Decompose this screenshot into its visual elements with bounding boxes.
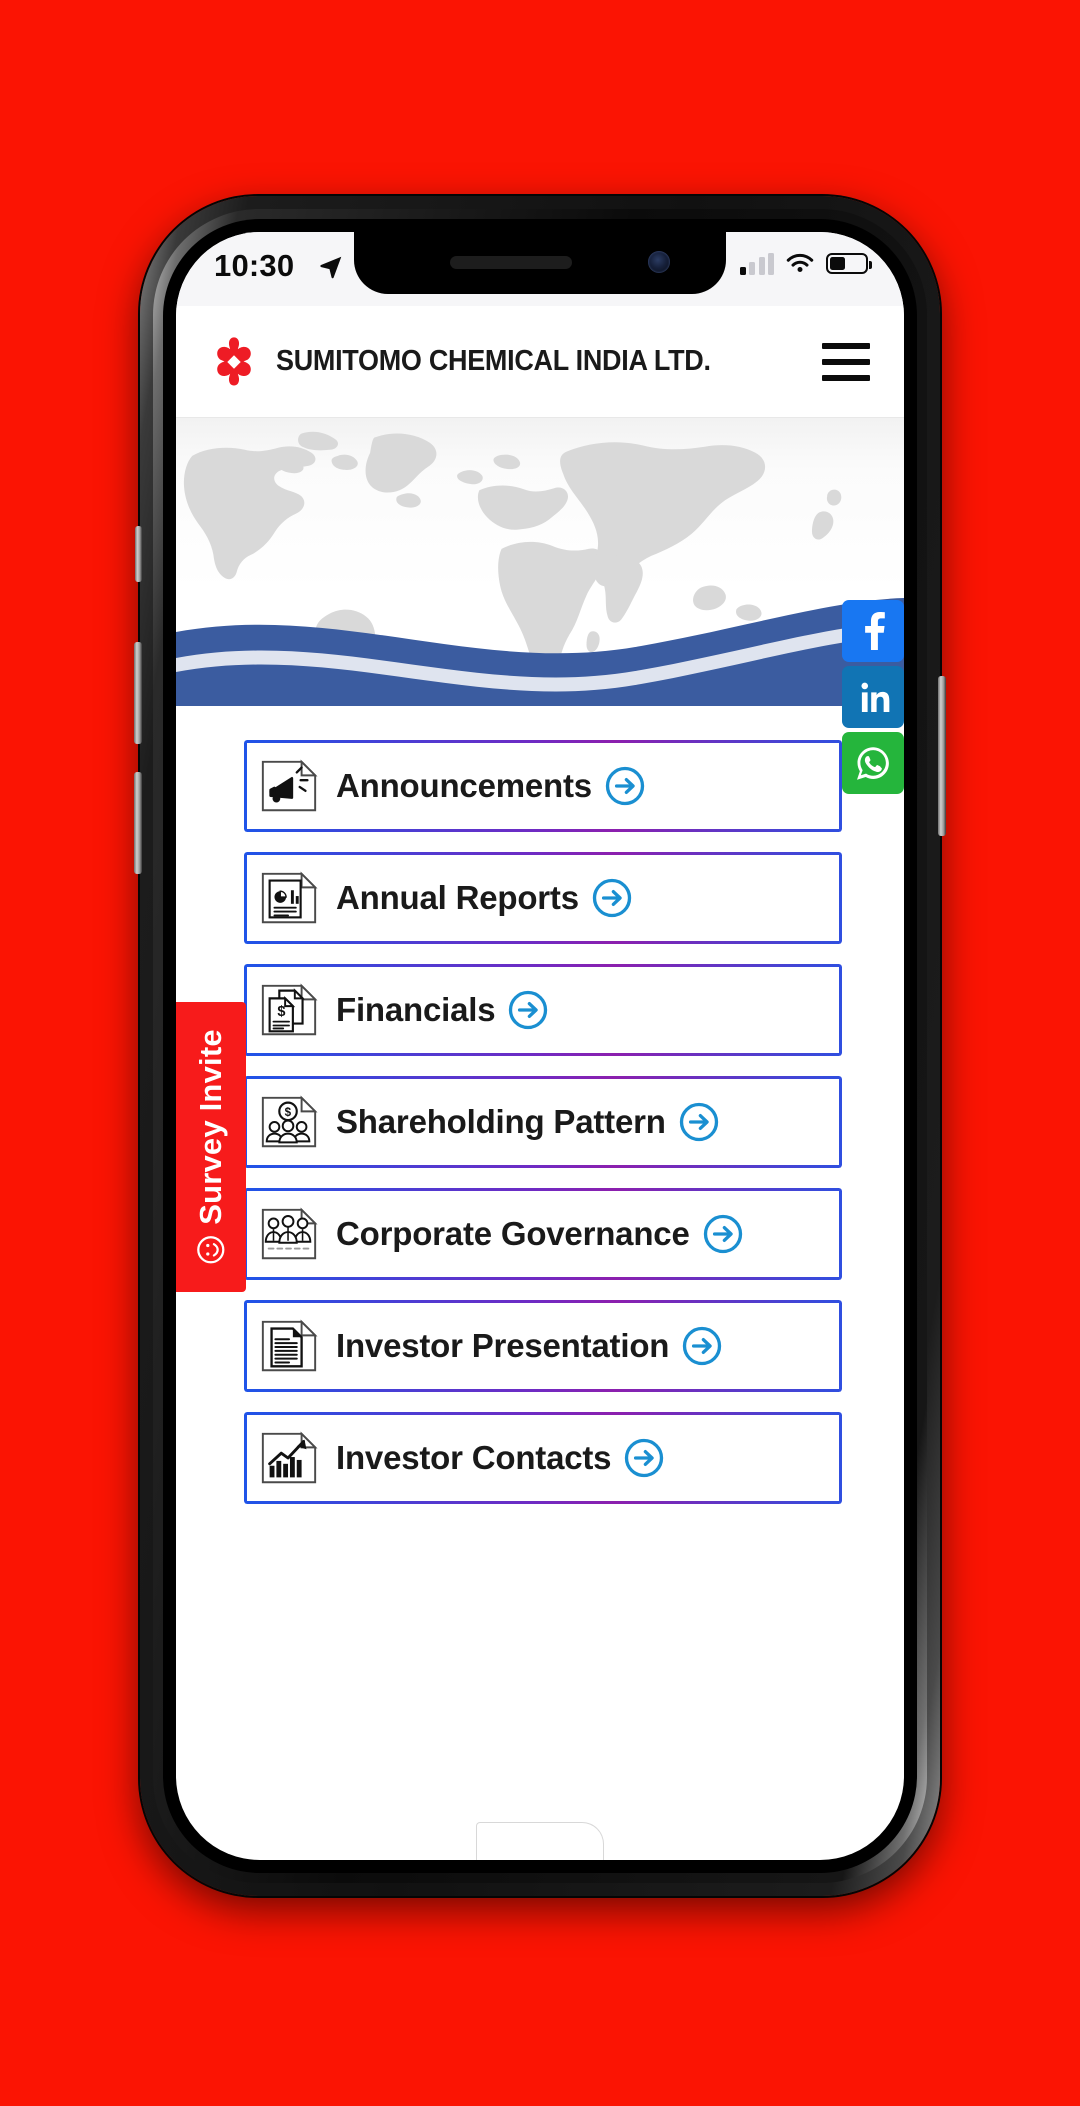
facebook-share-button[interactable] xyxy=(842,600,904,662)
social-share-rail xyxy=(842,600,904,794)
status-bar-indicators xyxy=(739,252,872,275)
menu-item-label: Shareholding Pattern xyxy=(336,1103,666,1140)
menu-item-label: Announcements xyxy=(336,767,592,804)
circle-arrow-right-icon xyxy=(703,1214,742,1254)
page-title: SUMITOMO CHEMICAL INDIA LTD. xyxy=(276,345,711,377)
menu-item-annual-reports[interactable]: Annual Reports xyxy=(244,852,842,944)
whatsapp-share-button[interactable] xyxy=(842,732,904,794)
front-camera xyxy=(648,251,670,273)
survey-invite-label: Survey Invite xyxy=(193,1029,229,1225)
menu-item-label: Investor Presentation xyxy=(336,1327,670,1364)
power-button[interactable] xyxy=(938,676,946,836)
menu-item-financials[interactable]: $ Financials xyxy=(244,964,842,1056)
menu-item-label: Financials xyxy=(336,991,496,1028)
location-arrow-icon xyxy=(320,256,342,279)
survey-invite-content: Survey Invite xyxy=(193,1029,229,1265)
silent-switch-button[interactable] xyxy=(135,526,142,582)
menu-item-shareholding-pattern[interactable]: $ Shareholding Pattern xyxy=(244,1076,842,1168)
menu-item-investor-presentation[interactable]: Investor Presentation xyxy=(244,1300,842,1392)
people-group-document-icon xyxy=(261,1207,318,1260)
linkedin-icon xyxy=(861,682,890,712)
growth-chart-document-icon xyxy=(261,1431,318,1484)
status-bar-time: 10:30 xyxy=(214,248,295,283)
dollar-document-icon: $ xyxy=(261,983,318,1036)
battery-icon xyxy=(826,253,872,274)
smiley-face-icon xyxy=(197,1236,225,1264)
whatsapp-icon xyxy=(857,747,889,780)
menu-item-label: Annual Reports xyxy=(336,879,579,916)
app-header: SUMITOMO CHEMICAL INDIA LTD. xyxy=(176,306,904,418)
phone-screen: 10:30 SUMITOMO CHEMICAL INDIA LTD. Surve… xyxy=(176,232,904,1860)
menu-item-investor-contacts[interactable]: Investor Contacts xyxy=(244,1412,842,1504)
facebook-icon xyxy=(865,612,885,650)
volume-up-button[interactable] xyxy=(134,642,142,744)
device-notch xyxy=(354,232,726,294)
menu-item-label: Investor Contacts xyxy=(336,1439,612,1476)
circle-arrow-right-icon xyxy=(683,1326,722,1366)
megaphone-icon xyxy=(261,759,318,812)
circle-arrow-right-icon xyxy=(509,990,548,1030)
circle-arrow-right-icon xyxy=(679,1102,718,1142)
lined-document-icon xyxy=(261,1319,318,1372)
phone-device-frame: 10:30 SUMITOMO CHEMICAL INDIA LTD. Surve… xyxy=(134,196,946,1896)
menu-item-announcements[interactable]: Announcements xyxy=(244,740,842,832)
menu-item-corporate-governance[interactable]: Corporate Governance xyxy=(244,1188,842,1280)
wifi-icon xyxy=(786,253,814,272)
shareholders-dollar-icon: $ xyxy=(261,1095,318,1148)
investor-menu-list: Announcements Annual Reports $ Financial… xyxy=(176,732,904,1504)
bottom-partial-element xyxy=(476,1822,604,1860)
volume-down-button[interactable] xyxy=(134,772,142,874)
hamburger-menu-icon[interactable] xyxy=(822,342,870,381)
svg-text:$: $ xyxy=(277,1004,285,1020)
menu-item-label: Corporate Governance xyxy=(336,1215,690,1252)
blue-wave-graphic xyxy=(176,598,904,706)
linkedin-share-button[interactable] xyxy=(842,666,904,728)
circle-arrow-right-icon xyxy=(605,766,645,806)
hero-banner xyxy=(176,418,904,706)
circle-arrow-right-icon xyxy=(592,878,632,918)
cellular-signal-icon xyxy=(739,252,774,275)
report-chart-document-icon xyxy=(261,871,318,924)
sumitomo-diamond-logo-icon xyxy=(217,336,251,386)
circle-arrow-right-icon xyxy=(625,1438,664,1478)
earpiece-speaker xyxy=(450,256,572,269)
svg-text:$: $ xyxy=(285,1106,292,1119)
battery-fill-level xyxy=(830,257,846,270)
survey-invite-tab[interactable]: Survey Invite xyxy=(176,1002,246,1292)
